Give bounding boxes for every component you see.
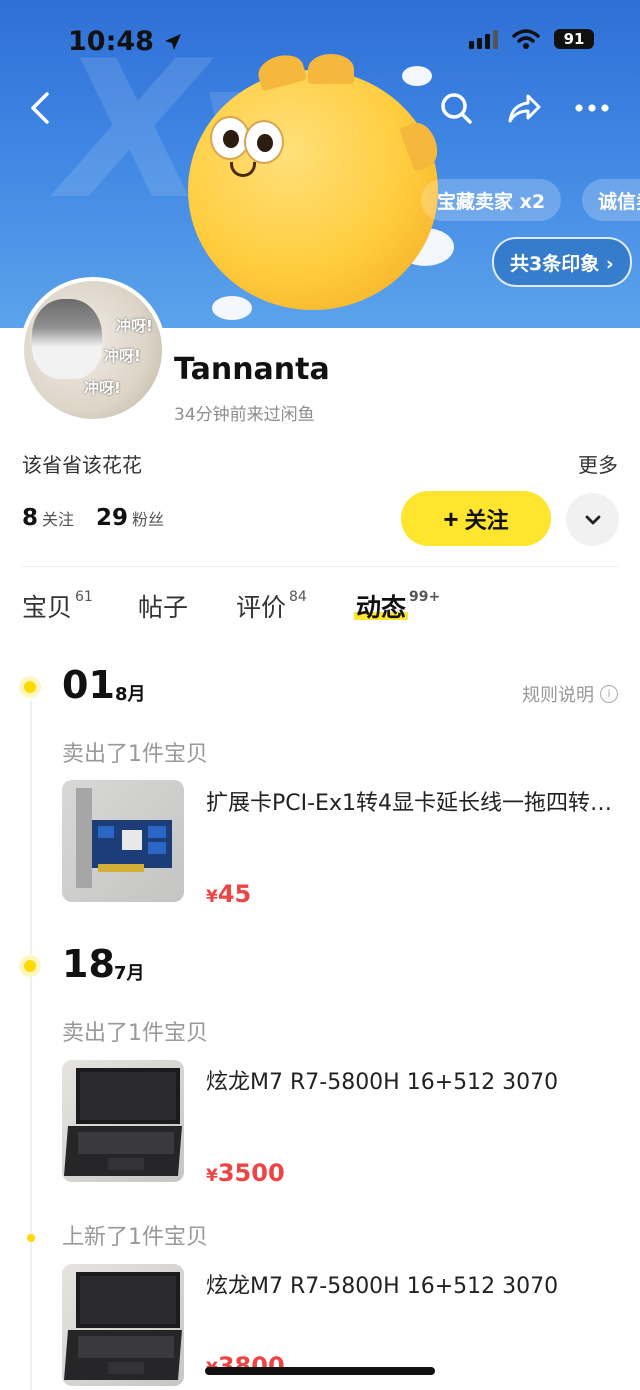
- cloud-decoration: [402, 66, 432, 86]
- user-name: Tannanta: [174, 352, 330, 387]
- status-time: 10:48: [68, 26, 183, 57]
- divider: [22, 566, 618, 567]
- item-price: ¥45: [206, 880, 252, 908]
- seller-badge-integrity[interactable]: 诚信卖: [582, 179, 640, 221]
- mascot-illustration: [188, 50, 443, 310]
- expand-profile-button[interactable]: [566, 493, 619, 546]
- event-label: 上新了1件宝贝: [62, 1225, 208, 1250]
- event-label: 卖出了1件宝贝: [62, 1021, 208, 1046]
- share-button[interactable]: [504, 88, 544, 128]
- share-icon: [508, 94, 541, 123]
- more-link[interactable]: 更多: [578, 449, 618, 478]
- back-arrow-icon: [31, 92, 49, 124]
- back-button[interactable]: [20, 88, 60, 128]
- timeline-line: [30, 700, 32, 1390]
- item-thumbnail[interactable]: [62, 1060, 184, 1182]
- home-indicator[interactable]: [205, 1367, 435, 1375]
- item-thumbnail[interactable]: [62, 1264, 184, 1386]
- battery-icon: 91: [554, 29, 594, 49]
- user-bio: 该省省该花花: [22, 453, 142, 477]
- search-icon: [441, 93, 472, 124]
- follow-button[interactable]: + 关注: [401, 491, 551, 546]
- location-arrow-icon: [165, 34, 182, 50]
- status-indicators: 91: [469, 28, 594, 50]
- item-thumbnail[interactable]: [62, 780, 184, 902]
- tab-reviews[interactable]: 评价 84: [236, 588, 307, 624]
- tab-items[interactable]: 宝贝 61: [22, 588, 93, 624]
- wifi-icon: [512, 29, 540, 49]
- following-stat[interactable]: 8 关注: [22, 505, 74, 531]
- avatar-caption: 冲呀!: [104, 347, 141, 365]
- tab-posts[interactable]: 帖子: [138, 588, 188, 624]
- follow-stats: 8 关注 29 粉丝: [22, 505, 164, 531]
- avatar[interactable]: 冲呀! 冲呀! 冲呀!: [20, 277, 166, 423]
- last-seen-text: 34分钟前来过闲鱼: [174, 405, 315, 425]
- search-button[interactable]: [436, 88, 476, 128]
- date-day: 01: [62, 663, 115, 707]
- item-title[interactable]: 炫龙M7 R7-5800H 16+512 3070: [206, 1268, 626, 1300]
- followers-stat[interactable]: 29 粉丝: [96, 505, 164, 531]
- pcie-card-image: [76, 788, 172, 888]
- tab-activity[interactable]: 动态 99+: [356, 588, 440, 624]
- item-title[interactable]: 扩展卡PCI-Ex1转4显卡延长线一拖四转接卡: [206, 785, 626, 817]
- item-price: ¥3500: [206, 1159, 285, 1187]
- item-price: ¥3800: [206, 1352, 285, 1380]
- cellular-signal-icon: [469, 29, 498, 49]
- seller-badge-treasure[interactable]: 宝藏卖家 x2: [421, 179, 562, 221]
- cloud-decoration: [212, 296, 252, 320]
- date-day: 18: [62, 942, 115, 986]
- event-label: 卖出了1件宝贝: [62, 742, 208, 767]
- info-icon: i: [600, 685, 618, 703]
- ellipsis-icon: [575, 104, 609, 112]
- date-month: 7月: [114, 963, 145, 984]
- date-month: 8月: [115, 684, 146, 705]
- timeline-dot: [27, 1234, 35, 1242]
- item-title[interactable]: 炫龙M7 R7-5800H 16+512 3070: [206, 1064, 626, 1096]
- avatar-caption: 冲呀!: [84, 379, 121, 397]
- chevron-down-icon: [585, 515, 600, 524]
- avatar-dog-image: [32, 299, 102, 379]
- avatar-caption: 冲呀!: [116, 317, 153, 335]
- laptop-image: [64, 1272, 182, 1380]
- more-options-button[interactable]: [572, 88, 612, 128]
- impressions-button[interactable]: 共3条印象 ›: [492, 237, 632, 287]
- timeline-dot: [19, 955, 41, 977]
- timeline-dot: [19, 676, 41, 698]
- laptop-image: [64, 1068, 182, 1176]
- plus-icon: +: [443, 503, 459, 534]
- rules-link[interactable]: 规则说明 i: [522, 681, 618, 707]
